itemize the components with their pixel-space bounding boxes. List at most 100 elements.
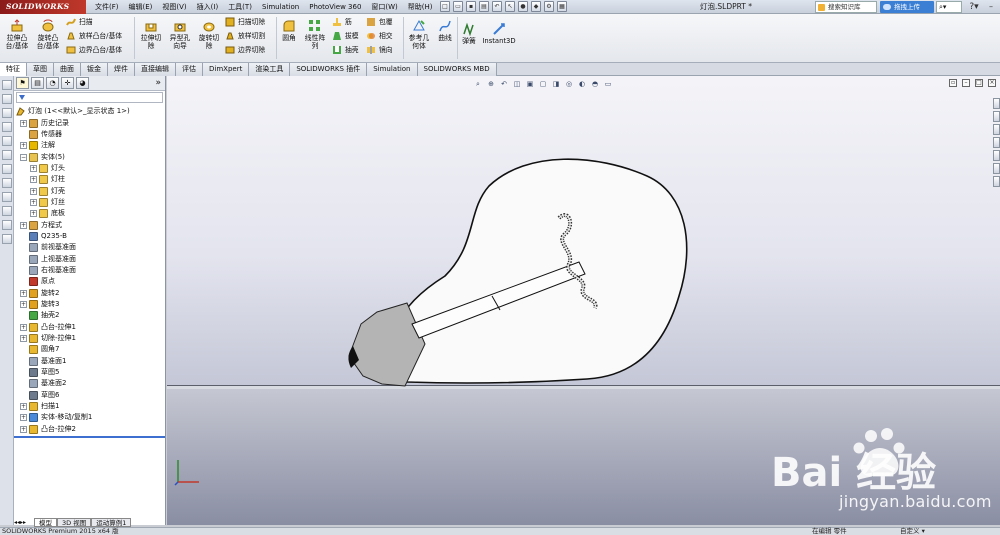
feature-tree-item[interactable]: + 切除-拉伸1 — [14, 333, 165, 344]
menu-window[interactable]: 窗口(W) — [366, 0, 402, 14]
select-arrow-icon[interactable]: ↖ — [505, 1, 515, 12]
tab-features[interactable]: 特征 — [0, 63, 27, 76]
options-gear-icon[interactable]: ⚙ — [544, 1, 554, 12]
feature-tree-item[interactable]: 抽壳2 — [14, 310, 165, 321]
strip-tool-icon[interactable] — [2, 108, 12, 118]
feature-tree-item[interactable]: 原点 — [14, 276, 165, 287]
feature-tree-item[interactable]: + 凸台-拉伸1 — [14, 322, 165, 333]
reference-geometry-button[interactable]: 参考几 何体 — [406, 19, 432, 50]
tab-solidworks-addins[interactable]: SOLIDWORKS 插件 — [290, 63, 368, 76]
expand-icon[interactable]: + — [20, 403, 27, 411]
property-manager-tab-icon[interactable]: ▤ — [31, 77, 44, 89]
save-icon[interactable]: ▪ — [466, 1, 476, 12]
expand-icon[interactable]: + — [30, 198, 37, 206]
menu-edit[interactable]: 编辑(E) — [124, 0, 158, 14]
linear-pattern-button[interactable]: 线性阵 列 — [302, 19, 328, 50]
feature-tree-item[interactable]: 右视基准面 — [14, 265, 165, 276]
search-tool-dropdown[interactable]: ⌕▾ — [936, 1, 962, 13]
strip-tool-icon[interactable] — [2, 220, 12, 230]
feature-tree-item[interactable]: 草图6 — [14, 390, 165, 401]
rib-button[interactable]: 筋 — [332, 17, 352, 27]
strip-tool-icon[interactable] — [2, 206, 12, 216]
feature-tree-item[interactable]: 基准面2 — [14, 378, 165, 389]
strip-tool-icon[interactable] — [2, 94, 12, 104]
file-properties-icon[interactable]: ▦ — [557, 1, 567, 12]
feature-tree-item[interactable]: 圆角7 — [14, 344, 165, 355]
tab-3d-views[interactable]: 3D 视图 — [57, 518, 92, 527]
feature-tree-item[interactable]: + 灯壳 — [14, 185, 165, 196]
curves-button[interactable]: 曲线 — [435, 19, 455, 42]
rebuild-icon[interactable]: ◆ — [531, 1, 541, 12]
feature-tree-item[interactable]: 上视基准面 — [14, 253, 165, 264]
expand-icon[interactable]: + — [20, 289, 27, 297]
loft-boss-button[interactable]: 放样凸台/基体 — [66, 31, 122, 41]
feature-tree-item[interactable]: Q235-B — [14, 231, 165, 242]
expand-icon[interactable]: + — [20, 323, 27, 331]
menu-help[interactable]: 帮助(H) — [403, 0, 438, 14]
feature-tree-item[interactable]: + 历史记录 — [14, 117, 165, 128]
strip-tool-icon[interactable] — [2, 136, 12, 146]
strip-tool-icon[interactable] — [2, 122, 12, 132]
feature-tree-item[interactable]: + 灯头 — [14, 163, 165, 174]
tab-surfaces[interactable]: 曲面 — [54, 63, 81, 76]
expand-icon[interactable]: + — [30, 187, 37, 195]
expand-icon[interactable]: + — [30, 210, 37, 218]
status-customize[interactable]: 自定义 ▾ — [900, 527, 925, 535]
feature-tree-item[interactable]: + 灯柱 — [14, 174, 165, 185]
menu-photoview[interactable]: PhotoView 360 — [304, 0, 366, 14]
display-manager-tab-icon[interactable]: ◕ — [76, 77, 89, 89]
strip-tool-icon[interactable] — [2, 150, 12, 160]
expand-panel-icon[interactable]: » — [155, 77, 161, 89]
tab-direct-editing[interactable]: 直接编辑 — [135, 63, 176, 76]
expand-icon[interactable]: + — [20, 301, 27, 309]
expand-icon[interactable]: + — [20, 335, 27, 343]
configuration-manager-tab-icon[interactable]: ◔ — [46, 77, 59, 89]
freeform-spring-button[interactable]: 弹簧 — [460, 22, 478, 45]
tab-render-tools[interactable]: 渲染工具 — [249, 63, 291, 76]
hole-wizard-button[interactable]: 异型孔 向导 — [166, 19, 194, 50]
boundary-cut-button[interactable]: 边界切除 — [225, 45, 265, 55]
lofted-cut-button[interactable]: 放样切割 — [225, 31, 265, 41]
feature-tree-filter-input[interactable] — [16, 92, 163, 103]
feature-tree-item[interactable]: + 实体-移动/复制1 — [14, 412, 165, 423]
sweep-button[interactable]: 扫描 — [66, 17, 93, 27]
fillet-button[interactable]: 圆角 — [279, 19, 299, 42]
revolve-boss-button[interactable]: 旋转凸 台/基体 — [33, 19, 63, 50]
feature-tree-item[interactable]: + 凸台-拉伸2 — [14, 424, 165, 435]
expand-icon[interactable]: + — [20, 414, 27, 422]
menu-insert[interactable]: 插入(I) — [192, 0, 224, 14]
feature-tree-item[interactable]: + 底板 — [14, 208, 165, 219]
expand-icon[interactable]: + — [30, 164, 37, 172]
feature-tree-item[interactable]: + 注解 — [14, 140, 165, 151]
tab-sketch[interactable]: 草图 — [27, 63, 54, 76]
extruded-cut-button[interactable]: 拉伸切 除 — [137, 19, 165, 50]
tab-sheet-metal[interactable]: 钣金 — [81, 63, 108, 76]
menu-file[interactable]: 文件(F) — [90, 0, 124, 14]
strip-tool-icon[interactable] — [2, 192, 12, 202]
traffic-light-icon[interactable]: ● — [518, 1, 528, 12]
menu-simulation[interactable]: Simulation — [257, 0, 304, 14]
tab-motion-study-1[interactable]: 运动算例1 — [91, 518, 132, 527]
expand-icon[interactable]: + — [20, 425, 27, 433]
menu-tools[interactable]: 工具(T) — [223, 0, 257, 14]
feature-tree-item[interactable]: 前视基准面 — [14, 242, 165, 253]
strip-tool-icon[interactable] — [2, 178, 12, 188]
print-icon[interactable]: ▤ — [479, 1, 489, 12]
drag-upload-button[interactable]: 拖拽上传 — [880, 1, 934, 13]
shell-button[interactable]: 抽壳 — [332, 45, 359, 55]
expand-icon[interactable]: + — [20, 142, 27, 150]
feature-tree-item[interactable]: + 旋转2 — [14, 288, 165, 299]
revolved-cut-button[interactable]: 旋转切 除 — [196, 19, 222, 50]
wrap-button[interactable]: 包覆 — [366, 17, 393, 27]
strip-tool-icon[interactable] — [2, 234, 12, 244]
feature-tree-item[interactable]: + 旋转3 — [14, 299, 165, 310]
minimize-icon[interactable]: – — [985, 1, 997, 13]
tab-solidworks-mbd[interactable]: SOLIDWORKS MBD — [417, 63, 497, 76]
tab-scroll-arrows-icon[interactable]: ◂◂▸▸ — [14, 519, 34, 526]
boundary-boss-button[interactable]: 边界凸台/基体 — [66, 45, 122, 55]
rollback-bar[interactable] — [14, 436, 165, 438]
expand-icon[interactable]: + — [20, 221, 27, 229]
instant3d-button[interactable]: Instant3D — [481, 22, 517, 45]
feature-tree-item[interactable]: 传感器 — [14, 129, 165, 140]
new-document-icon[interactable]: □ — [440, 1, 450, 12]
